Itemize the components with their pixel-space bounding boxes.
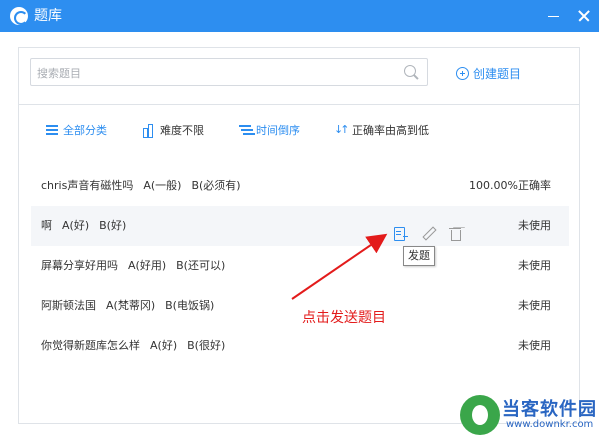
question-row[interactable]: 啊 A(好) B(好) 未使用 [31, 206, 569, 246]
question-row[interactable]: 阿斯顿法国 A(梵蒂冈) B(电饭锅) 未使用 [31, 286, 569, 326]
search-panel: 创建题目 [18, 47, 580, 105]
option-a: A(一般) [143, 179, 182, 192]
main-content: 创建题目 全部分类 难度不限 时间倒序 正确率由高到低 chris声音有磁性吗 A… [0, 32, 599, 438]
option-a: A(梵蒂冈) [106, 299, 156, 312]
question-text: chris声音有磁性吗 [41, 179, 134, 192]
question-status: 未使用 [518, 219, 551, 232]
question-status: 未使用 [518, 299, 551, 312]
filter-difficulty-label: 难度不限 [160, 124, 204, 137]
watermark: 当客软件园 www.downkr.com [460, 393, 599, 438]
filter-time-label: 时间倒序 [256, 124, 300, 137]
filter-category[interactable]: 全部分类 [45, 123, 107, 139]
question-list-panel: 全部分类 难度不限 时间倒序 正确率由高到低 chris声音有磁性吗 A(一般) B… [18, 104, 580, 424]
question-content: 啊 A(好) B(好) [41, 206, 126, 246]
sort-icon [334, 122, 348, 138]
send-question-icon[interactable] [393, 227, 407, 241]
question-text: 阿斯顿法国 [41, 299, 96, 312]
question-text: 屏幕分享好用吗 [41, 259, 118, 272]
window-title: 题库 [34, 8, 62, 24]
watermark-url: www.downkr.com [506, 419, 594, 430]
option-b: B(必须有) [191, 179, 241, 192]
option-b: B(还可以) [176, 259, 226, 272]
filter-bar: 全部分类 难度不限 时间倒序 正确率由高到低 [19, 105, 579, 157]
filter-difficulty[interactable]: 难度不限 [142, 123, 204, 139]
minimize-icon[interactable] [544, 6, 564, 26]
edit-icon[interactable] [421, 227, 435, 241]
logo-icon [10, 7, 28, 25]
create-question-button[interactable]: 创建题目 [456, 64, 521, 84]
title-bar: 题库 [0, 0, 599, 32]
row-actions [393, 218, 477, 241]
question-row[interactable]: 你觉得新题库怎么样 A(好) B(很好) 未使用 [31, 326, 569, 366]
option-b: B(很好) [187, 339, 226, 352]
search-icon[interactable] [403, 64, 419, 80]
question-row[interactable]: chris声音有磁性吗 A(一般) B(必须有) 100.00%正确率 [31, 166, 569, 206]
close-icon[interactable] [574, 6, 594, 26]
watermark-text: 当客软件园 [502, 399, 597, 420]
send-tooltip: 发题 [403, 246, 435, 266]
question-content: 你觉得新题库怎么样 A(好) B(很好) [41, 326, 225, 366]
question-text: 啊 [41, 219, 52, 232]
question-content: chris声音有磁性吗 A(一般) B(必须有) [41, 166, 241, 206]
create-question-label: 创建题目 [473, 67, 522, 81]
option-b: B(好) [99, 219, 127, 232]
option-a: A(好用) [128, 259, 167, 272]
question-list: chris声音有磁性吗 A(一般) B(必须有) 100.00%正确率 啊 A(好) B… [31, 166, 569, 366]
question-status: 100.00%正确率 [469, 179, 551, 192]
filter-accuracy-label: 正确率由高到低 [352, 124, 429, 137]
delete-icon[interactable] [449, 227, 463, 241]
filter-accuracy[interactable]: 正确率由高到低 [334, 122, 429, 139]
question-text: 你觉得新题库怎么样 [41, 339, 140, 352]
list-icon [45, 123, 59, 137]
search-box[interactable] [30, 58, 428, 86]
question-content: 阿斯顿法国 A(梵蒂冈) B(电饭锅) [41, 286, 214, 326]
plus-circle-icon [456, 67, 469, 80]
question-status: 未使用 [518, 339, 551, 352]
filter-category-label: 全部分类 [63, 124, 107, 137]
watermark-logo-icon [460, 395, 500, 435]
question-status: 未使用 [518, 259, 551, 272]
filter-time[interactable]: 时间倒序 [238, 123, 300, 139]
option-b: B(电饭锅) [165, 299, 215, 312]
annotation-text: 点击发送题目 [302, 310, 386, 326]
search-input[interactable] [37, 63, 387, 83]
option-a: A(好) [150, 339, 178, 352]
bar-chart-icon [142, 123, 156, 138]
question-content: 屏幕分享好用吗 A(好用) B(还可以) [41, 246, 225, 286]
question-row[interactable]: 屏幕分享好用吗 A(好用) B(还可以) 未使用 [31, 246, 569, 286]
option-a: A(好) [62, 219, 90, 232]
time-sort-icon [238, 123, 252, 137]
